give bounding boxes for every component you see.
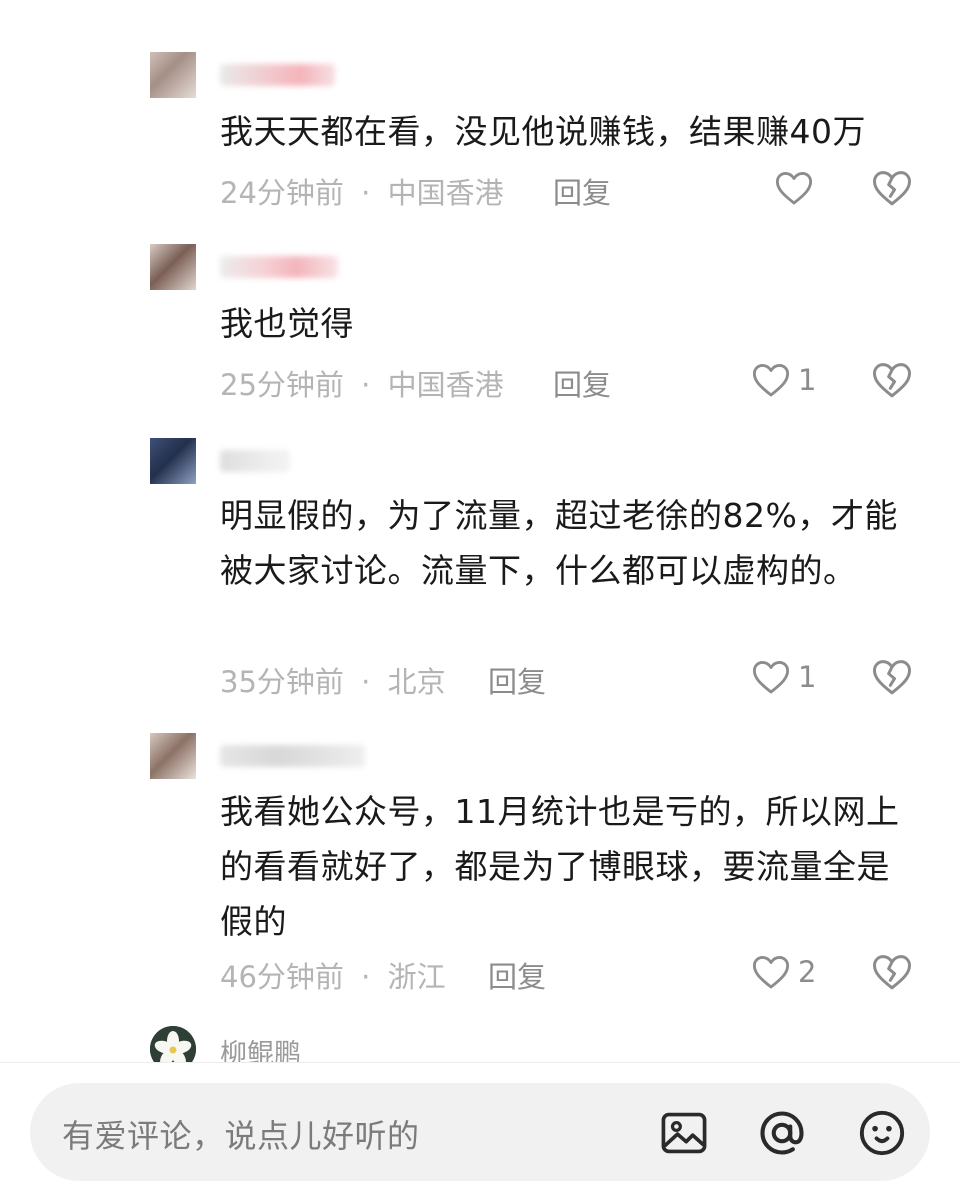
like-count: 2 (798, 955, 817, 989)
avatar[interactable] (150, 733, 196, 779)
comment-location: 中国香港 (387, 176, 504, 210)
username-blurred[interactable] (220, 64, 335, 86)
heart-outline-icon (752, 661, 790, 694)
like-button[interactable]: 1 (752, 657, 816, 697)
comment-time: 24分钟前 (220, 176, 344, 210)
comment-meta: 25分钟前 · 中国香港 (220, 362, 504, 404)
reply-button[interactable]: 回复 (488, 659, 546, 701)
reply-button[interactable]: 回复 (488, 954, 546, 996)
reply-button[interactable]: 回复 (553, 170, 611, 212)
heart-outline-icon (752, 956, 790, 989)
meta-separator: · (361, 665, 371, 699)
comment-text: 明显假的，为了流量，超过老徐的82%，才能被大家讨论。流量下，什么都可以虚构的。 (220, 496, 898, 590)
comment-text: 我天天都在看，没见他说赚钱，结果赚40万 (220, 112, 866, 151)
comment-text: 我也觉得 (220, 304, 354, 343)
reply-button[interactable]: 回复 (553, 362, 611, 404)
comment-input[interactable]: 有爱评论，说点儿好听的 (30, 1083, 930, 1181)
username-blurred[interactable] (220, 256, 338, 278)
broken-heart-icon[interactable] (872, 952, 912, 992)
comment-meta: 46分钟前 · 浙江 (220, 954, 446, 996)
username-blurred[interactable] (220, 450, 290, 472)
image-icon[interactable] (658, 1107, 710, 1159)
like-count: 1 (798, 660, 817, 694)
comment-composer-bar: 有爱评论，说点儿好听的 (0, 1062, 960, 1203)
comment-input-placeholder: 有爱评论，说点儿好听的 (62, 1117, 420, 1155)
avatar[interactable] (150, 438, 196, 484)
meta-separator: · (361, 960, 371, 994)
broken-heart-icon[interactable] (872, 360, 912, 400)
avatar[interactable] (150, 52, 196, 98)
meta-separator: · (361, 368, 371, 402)
like-button[interactable]: 1 (752, 360, 816, 400)
comment-meta: 35分钟前 · 北京 (220, 659, 446, 701)
comment-time: 35分钟前 (220, 665, 344, 699)
broken-heart-icon[interactable] (872, 168, 912, 208)
meta-separator: · (361, 176, 371, 210)
comment-location: 浙江 (387, 960, 446, 994)
like-button[interactable] (775, 168, 821, 208)
heart-outline-icon (775, 172, 813, 205)
comment-location: 北京 (387, 665, 446, 699)
like-count: 1 (798, 363, 817, 397)
like-button[interactable]: 2 (752, 952, 816, 992)
username-blurred[interactable] (220, 745, 365, 767)
avatar[interactable] (150, 244, 196, 290)
heart-outline-icon (752, 364, 790, 397)
at-icon[interactable] (756, 1107, 808, 1159)
broken-heart-icon[interactable] (872, 657, 912, 697)
comment-location: 中国香港 (387, 368, 504, 402)
comment-time: 25分钟前 (220, 368, 344, 402)
smiley-icon[interactable] (856, 1107, 908, 1159)
comment-text: 我看她公众号，11月统计也是亏的，所以网上的看看就好了，都是为了博眼球，要流量全… (220, 792, 900, 941)
comment-time: 46分钟前 (220, 960, 344, 994)
comment-meta: 24分钟前 · 中国香港 (220, 170, 504, 212)
